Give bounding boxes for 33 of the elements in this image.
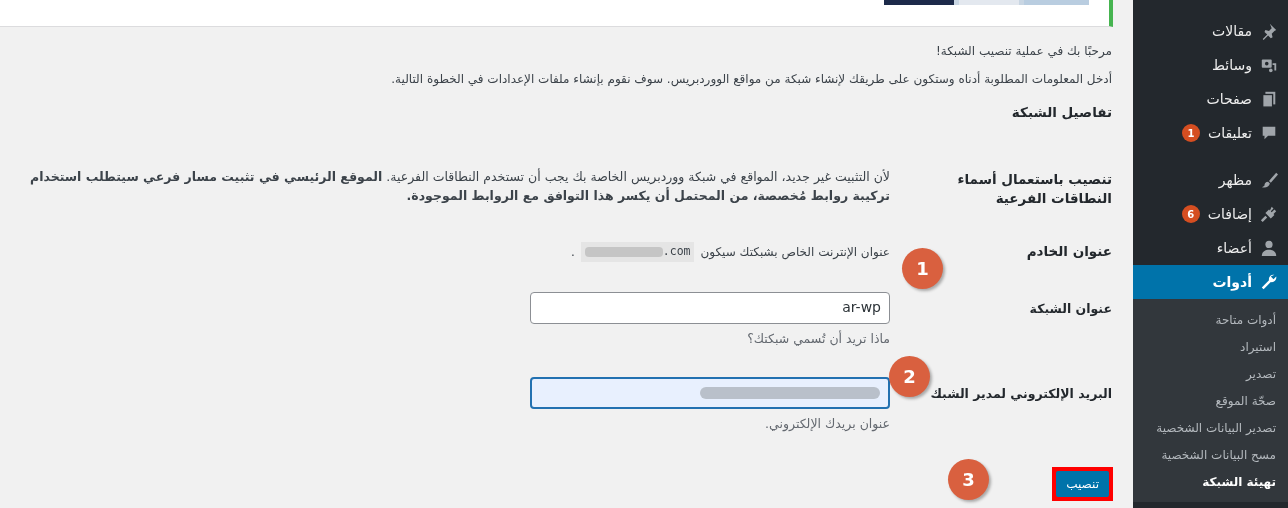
submenu-item[interactable]: تهيئة الشبكة [1133,469,1288,496]
field-label: تنصيب باستعمال أسماء النطاقات الفرعية [956,170,1112,209]
field-description: لأن التثبيت غير جديد، المواقع في شبكة ووردبريس الخاصة بك يجب أن تستخدم النطاقات الفرعية. الموقع الرئيسي في تثبيت مسار فرعي سيتطلب استخدام تركيبة روابط مُخصصة، من المحتمل أن يكسر هذا التوافق مع الروابط الموجودة. [29,167,890,206]
submenu-item[interactable]: تصدير البيانات الشخصية [1133,415,1288,442]
intro-text: مرحبًا بك في عملية تنصيب الشبكة! [934,43,1112,60]
submenu-item[interactable]: أدوات متاحة [1133,307,1288,334]
field-description: عنوان الإنترنت الخاص بشبكتك سيكون [700,243,890,261]
step-marker: 1 [902,248,943,289]
sidebar-item[interactable]: وسائط [1133,48,1288,82]
step-marker: 2 [889,356,930,397]
step-marker: 3 [948,459,989,500]
field-label: عنوان الشبكة [1028,299,1112,318]
submenu-item[interactable]: مسح البيانات الشخصية [1133,442,1288,469]
domain-code: .com [580,242,695,262]
submenu-item[interactable]: صحّة الموقع [1133,388,1288,415]
period-text: . [570,243,575,261]
section-title: تفاصيل الشبكة [1010,103,1112,122]
sidebar-item[interactable]: مظهر [1133,163,1288,197]
install-button[interactable]: تنصيب [1056,471,1109,497]
field-label: عنوان الخادم [1025,242,1112,262]
intro-text: أدخل المعلومات المطلوبة أدناه وستكون على طريقك لإنشاء شبكة من مواقع الووردبريس. سوف نقوم بإنشاء ملفات الإعدادات في الخطوة التالية. [390,70,1112,88]
input-field[interactable]: ar-wp [530,291,890,324]
sidebar-item[interactable]: صفحات [1133,82,1288,116]
submenu-item[interactable]: استيراد [1133,334,1288,361]
sidebar-item[interactable]: أدوات [1133,265,1288,299]
count-badge: 6 [1181,205,1200,223]
field-hint: عنوان بريدك الإلكتروني. [764,415,890,434]
count-badge: 1 [1181,124,1200,142]
sidebar-item[interactable]: مقالات [1133,14,1288,48]
submenu-item[interactable]: تصدير [1133,361,1288,388]
field-hint: ماذا تريد أن تُسمي شبكتك؟ [746,329,890,348]
field-label: البريد الإلكتروني لمدير الشبك [930,385,1112,404]
sidebar-item[interactable]: أعضاء [1133,231,1288,265]
